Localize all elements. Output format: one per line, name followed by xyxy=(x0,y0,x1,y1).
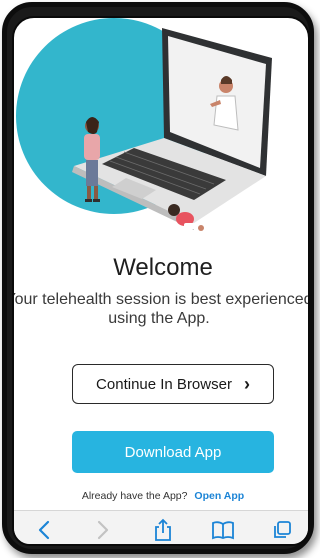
back-icon[interactable] xyxy=(28,515,60,544)
chevron-right-icon: › xyxy=(243,373,250,394)
share-icon[interactable] xyxy=(147,515,179,544)
open-app-link[interactable]: Open App xyxy=(194,490,244,502)
continue-in-browser-button[interactable]: Continue In Browser › xyxy=(72,364,274,404)
subtitle-line-2: using the App. xyxy=(108,310,210,327)
already-have-app: Already have the App? Open App xyxy=(14,490,308,502)
app-screen: Welcome Your telehealth session is best … xyxy=(12,16,310,546)
tabs-icon[interactable] xyxy=(266,515,298,544)
telehealth-illustration xyxy=(16,18,272,231)
download-app-button[interactable]: Download App xyxy=(72,431,274,473)
welcome-subtitle: Your telehealth session is best experien… xyxy=(12,290,310,328)
subtitle-line-1: Your telehealth session is best experien… xyxy=(12,291,310,308)
bookmarks-icon[interactable] xyxy=(207,515,239,544)
browser-toolbar xyxy=(14,510,308,544)
welcome-title: Welcome xyxy=(113,254,213,281)
already-have-app-text: Already have the App? xyxy=(81,490,188,502)
download-app-label: Download App xyxy=(124,443,222,461)
continue-in-browser-label: Continue In Browser xyxy=(96,375,232,393)
forward-icon[interactable] xyxy=(87,515,119,544)
